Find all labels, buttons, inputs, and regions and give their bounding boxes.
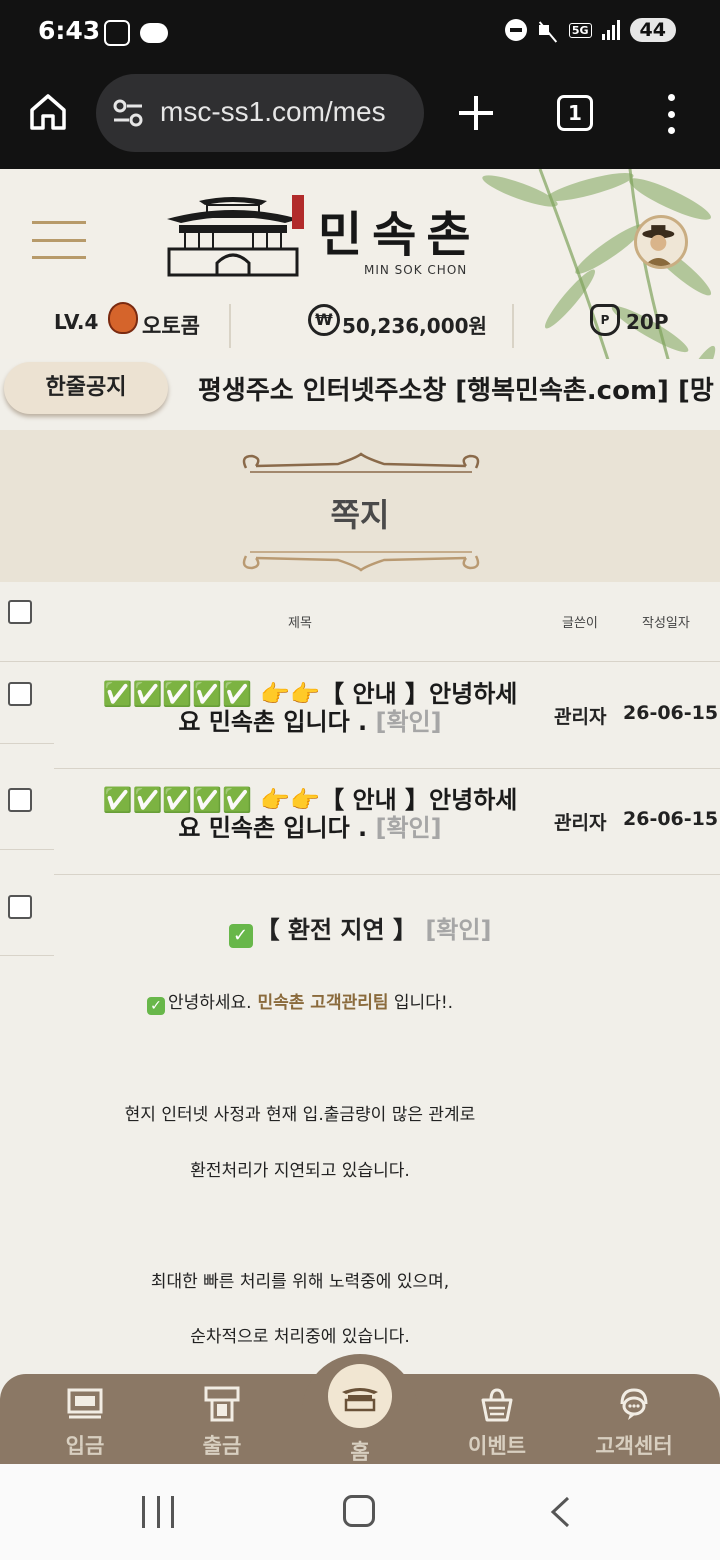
row-writer: 관리자 [554,812,607,834]
user-money: 50,236,000원 [342,314,487,338]
page-title: 쪽지 [330,496,390,534]
row-divider [0,955,54,956]
screenshot-icon [104,20,130,46]
logo-subtitle: MIN SOK CHON [364,263,468,277]
headset-chat-icon [620,1388,648,1420]
notice-button[interactable]: 한줄공지 [4,362,168,414]
home-gate-icon[interactable] [328,1364,392,1428]
nav-withdraw[interactable]: 출금 [162,1386,282,1460]
row-confirm-label[interactable]: [확인] [376,814,442,842]
message-line: 최대한 빠른 처리를 위해 노력중에 있으며, [150,1272,450,1292]
message-line: 순차적으로 처리중에 있습니다. [190,1327,410,1347]
nav-event[interactable]: 이벤트 [437,1386,557,1460]
user-name: 오토콤 [142,314,200,338]
divider [229,304,231,348]
network-type: 5G [568,22,592,38]
nav-support-label[interactable]: 고객센터 [574,1430,694,1460]
logo-title[interactable]: 민속촌 [318,195,480,265]
checkmark-icon: ✓ [146,997,165,1015]
row-subject[interactable]: ✅✅✅✅✅ 👉👉【 안내 】안녕하세요 민속촌 입니다 . [확인] [100,786,520,842]
row-writer: 관리자 [554,706,607,728]
ornament-bottom [242,551,480,572]
back-icon[interactable] [548,1496,572,1528]
message-title-text[interactable]: 【 환전 지연 】 [256,916,417,944]
status-bar: 6:43 5G 44 [0,0,720,68]
signal-icon [601,20,620,40]
status-time: 6:43 [38,16,101,45]
row-divider [54,874,720,875]
nav-support[interactable]: 고객센터 [574,1386,694,1460]
message-title[interactable]: ✓ 【 환전 지연 】 [확인] [0,910,720,948]
header-subject: 제목 [288,616,312,631]
select-all-checkbox[interactable] [8,600,32,624]
ornament-top [242,452,480,473]
nav-deposit[interactable]: 입금 [25,1386,145,1460]
user-info-bar: LV.4 오토콤 ₩ 50,236,000원 P 20P [0,290,720,354]
browser-home-icon[interactable] [28,92,68,132]
atm-icon [204,1386,240,1422]
row-date: 26-06-15 [623,808,719,830]
user-points: 20P [626,310,669,334]
cloud-icon [140,23,168,43]
won-coin-icon: ₩ [308,304,340,336]
shopping-basket-icon [481,1388,513,1422]
row-subject-text[interactable]: ✅✅✅✅✅ 👉👉【 안내 】안녕하세요 민속촌 입니다 . [103,680,518,736]
row-checkbox[interactable] [8,788,32,812]
header-writer: 글쓴이 [562,616,598,631]
nav-home-label[interactable]: 홈 [300,1436,420,1466]
status-system-icons: 5G 44 [504,18,676,42]
nav-deposit-label[interactable]: 입금 [25,1430,145,1460]
message-line: 환전처리가 지연되고 있습니다. [190,1161,410,1181]
url-text[interactable]: msc-ss1.com/mes [160,96,386,128]
row-divider [0,743,54,744]
battery-level: 44 [629,18,676,42]
recents-icon[interactable] [142,1496,174,1528]
message-table-header: 제목 글쓴이 작성일자 [0,582,720,662]
row-date: 26-06-15 [623,702,719,724]
greeting-text: 안녕하세요. [167,993,252,1013]
menu-hamburger-icon[interactable] [32,221,86,259]
browser-toolbar: msc-ss1.com/mes 1 [0,68,720,169]
message-confirm-label[interactable]: [확인] [425,916,491,944]
avatar[interactable] [634,215,688,269]
browser-menu-icon[interactable] [664,94,678,134]
greeting-end: 입니다!. [388,993,454,1013]
nav-withdraw-label[interactable]: 출금 [162,1430,282,1460]
do-not-disturb-icon [504,19,527,41]
table-row[interactable]: ✅✅✅✅✅ 👉👉【 안내 】안녕하세요 민속촌 입니다 . [확인] 관리자 2… [0,768,720,874]
page-title-band: 쪽지 [0,430,720,582]
table-row[interactable]: ✅✅✅✅✅ 👉👉【 안내 】안녕하세요 민속촌 입니다 . [확인] 관리자 2… [0,662,720,768]
nav-home[interactable]: 홈 [300,1432,420,1466]
row-subject-text[interactable]: ✅✅✅✅✅ 👉👉【 안내 】안녕하세요 민속촌 입니다 . [103,786,518,842]
message-greeting: ✓ 안녕하세요. 민속촌 고객관리팀 입니다!. [0,988,600,1015]
row-subject[interactable]: ✅✅✅✅✅ 👉👉【 안내 】안녕하세요 민속촌 입니다 . [확인] [100,680,520,736]
checkmark-icon: ✓ [228,924,253,948]
row-confirm-label[interactable]: [확인] [376,708,442,736]
notice-ticker-text[interactable]: 평생주소 인터넷주소창 [행복민속촌.com] [망 [198,370,714,407]
status-notification-icons [104,20,168,46]
row-divider [0,849,54,850]
message-line: 현지 인터넷 사정과 현재 입.출금량이 많은 관계로 [124,1105,476,1125]
mask-level-icon [108,302,138,334]
system-home-icon[interactable] [343,1495,375,1527]
mute-icon [537,19,559,41]
team-name: 민속촌 고객관리팀 [251,993,389,1013]
cash-icon [67,1388,103,1419]
home-button[interactable] [328,1364,392,1428]
site-settings-icon[interactable] [112,98,144,128]
user-level: LV.4 [54,310,99,334]
point-jar-icon: P [590,304,620,336]
tab-switcher-button[interactable]: 1 [557,95,593,131]
logo-seal [292,195,304,229]
logo-gate-icon[interactable] [165,191,301,277]
address-bar[interactable]: msc-ss1.com/mes [96,74,424,152]
divider [512,304,514,348]
new-tab-icon[interactable] [456,94,496,134]
row-checkbox[interactable] [8,682,32,706]
nav-event-label[interactable]: 이벤트 [437,1430,557,1460]
system-navigation-bar [0,1464,720,1560]
header-date: 작성일자 [642,616,690,631]
